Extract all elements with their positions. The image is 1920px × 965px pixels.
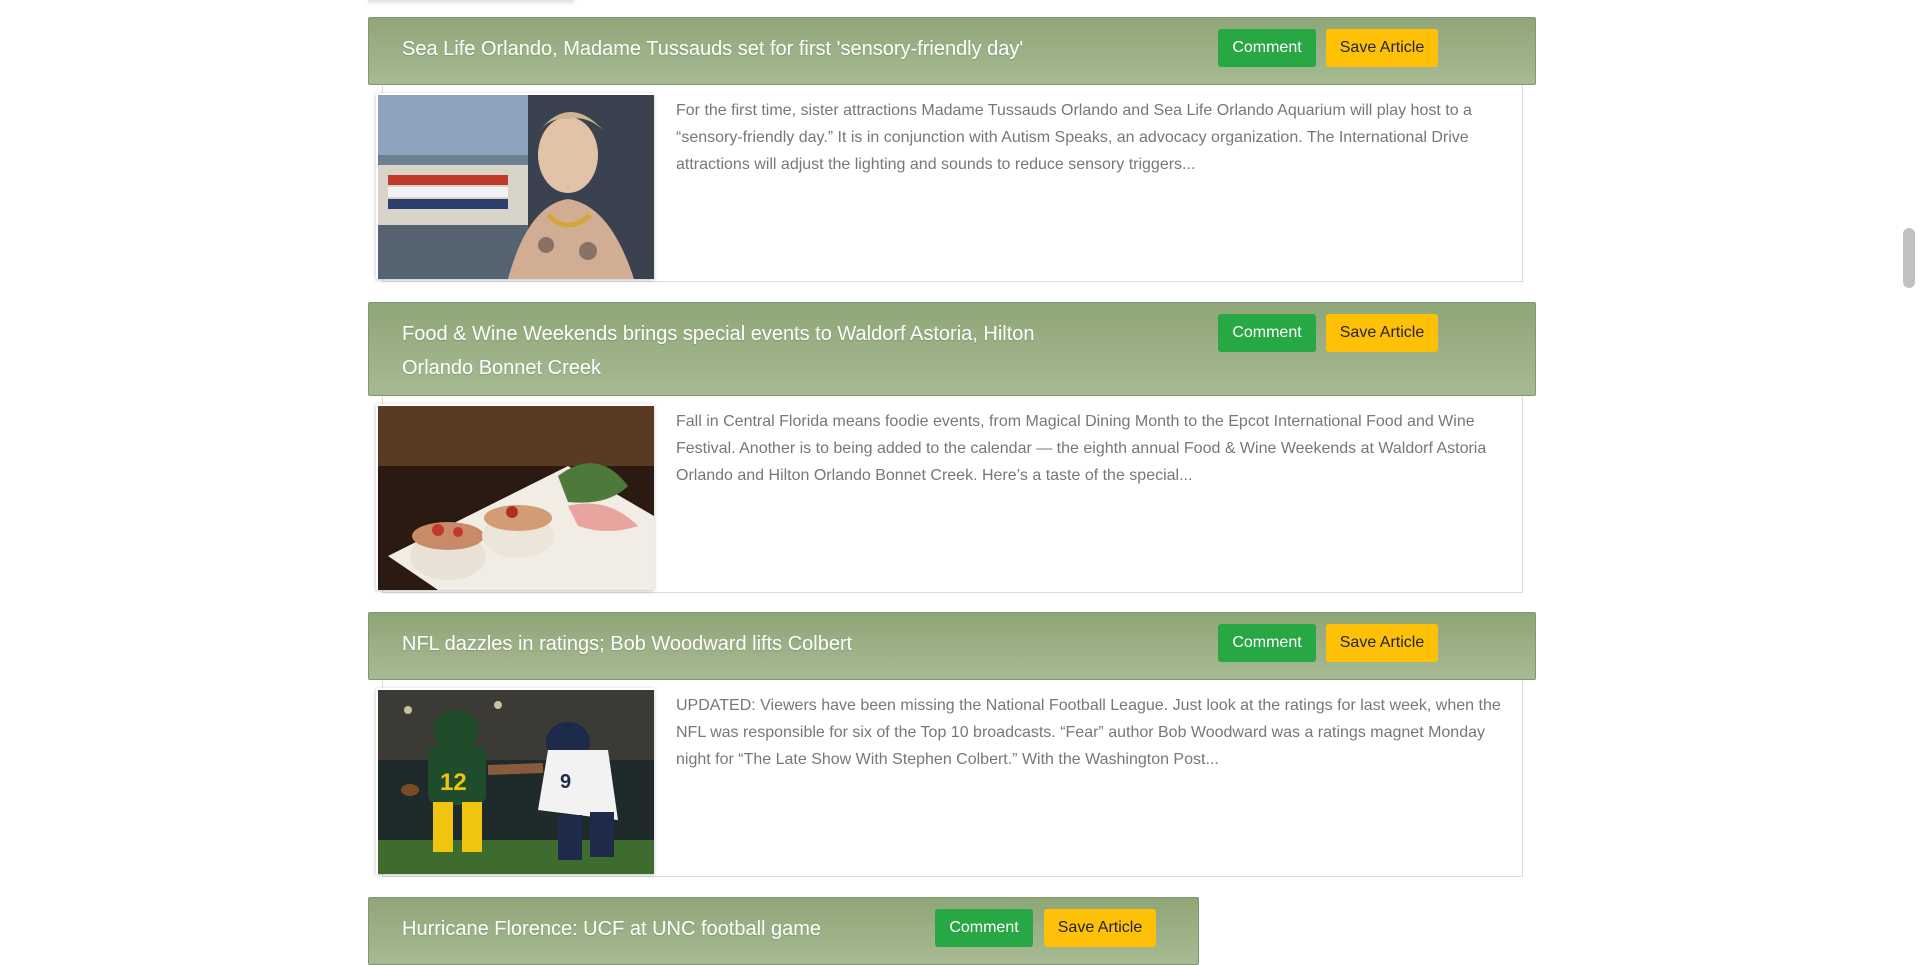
article-header: Hurricane Florence: UCF at UNC football … [368,897,1199,965]
article-card: Food & Wine Weekends brings special even… [368,302,1536,593]
article-body: For the first time, sister attractions M… [376,85,1523,282]
sushi-photo [378,406,654,590]
comment-button[interactable]: Comment [935,909,1033,947]
article-header: NFL dazzles in ratings; Bob Woodward lif… [368,612,1536,680]
article-title: NFL dazzles in ratings; Bob Woodward lif… [402,633,853,655]
scrollbar-thumb[interactable] [1903,228,1915,288]
article-summary: Fall in Central Florida means foodie eve… [676,413,1487,484]
article-summary: For the first time, sister attractions M… [676,102,1472,173]
article-body: 12 9 UPDATED: Viewers have been missing … [376,680,1523,877]
article-thumbnail[interactable] [376,404,654,590]
article-header: Food & Wine Weekends brings special even… [368,302,1536,396]
wax-figure-photo [378,95,654,279]
save-article-button[interactable]: Save Article [1326,314,1438,352]
article-body: Fall in Central Florida means foodie eve… [376,396,1523,593]
article-header: Sea Life Orlando, Madame Tussauds set fo… [368,17,1536,85]
comment-button[interactable]: Comment [1218,314,1316,352]
save-article-button[interactable]: Save Article [1326,624,1438,662]
article-title: Sea Life Orlando, Madame Tussauds set fo… [402,38,1024,60]
article-title: Food & Wine Weekends brings special even… [402,323,1035,379]
svg-text:12: 12 [440,769,467,796]
comment-button[interactable]: Comment [1218,624,1316,662]
article-card: Hurricane Florence: UCF at UNC football … [368,897,1199,965]
football-game-photo: 12 9 [378,690,654,874]
comment-button[interactable]: Comment [1218,29,1316,67]
save-article-button[interactable]: Save Article [1326,29,1438,67]
article-summary: UPDATED: Viewers have been missing the N… [676,697,1501,768]
save-article-button[interactable]: Save Article [1044,909,1156,947]
article-card: Sea Life Orlando, Madame Tussauds set fo… [368,17,1536,282]
article-card: NFL dazzles in ratings; Bob Woodward lif… [368,612,1536,877]
svg-text:9: 9 [560,771,571,793]
article-thumbnail[interactable]: 12 9 [376,688,654,874]
article-thumbnail[interactable] [376,93,654,279]
previous-article-card-edge [368,0,574,2]
